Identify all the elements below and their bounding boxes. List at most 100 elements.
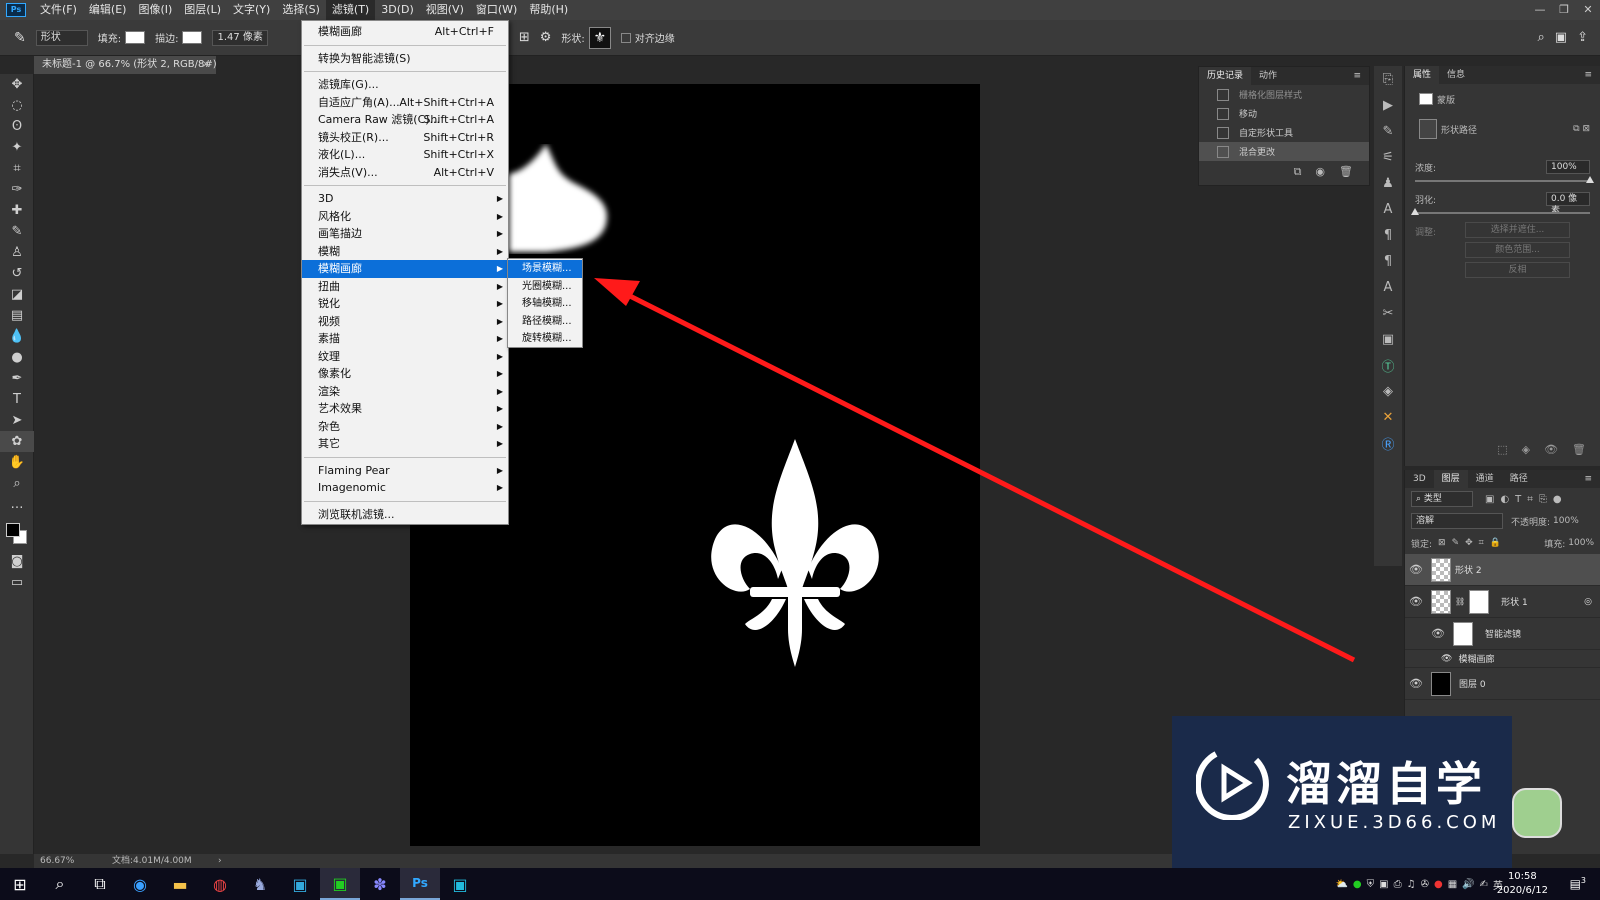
snapshot-icon[interactable]: ◉ (1315, 165, 1325, 179)
fill-field[interactable]: 100% (1568, 538, 1594, 548)
invert-button[interactable]: 反相 (1465, 262, 1570, 278)
new-document-from-state-icon[interactable]: ⧉ (1294, 165, 1302, 179)
paragraph-styles-icon[interactable]: ¶ (1374, 248, 1402, 274)
tray-icon[interactable]: ⛅ (1335, 879, 1347, 890)
wechat-icon[interactable]: ▣ (320, 868, 360, 900)
tab-channels[interactable]: 通道 (1468, 470, 1502, 488)
play-icon[interactable]: ▶ (1374, 92, 1402, 118)
tools-icon[interactable]: ✂ (1374, 300, 1402, 326)
tab-info[interactable]: 信息 (1439, 66, 1473, 84)
tab-layers[interactable]: 图层 (1433, 470, 1468, 488)
character-styles-icon[interactable]: A (1374, 274, 1402, 300)
app-u-icon[interactable]: ▣ (280, 868, 320, 900)
history-icon[interactable]: ⎘ (1374, 66, 1402, 92)
apply-mask-icon[interactable]: ◈ (1522, 443, 1530, 456)
layer-filter-select[interactable]: ⌕ 类型 (1411, 491, 1473, 507)
network-icon[interactable]: ▦ (1448, 879, 1457, 890)
tray-icon[interactable]: ✇ (1421, 879, 1429, 890)
history-row[interactable]: 移动 (1199, 104, 1369, 123)
filter-menu-item[interactable]: 浏览联机滤镜... (302, 506, 508, 524)
filter-menu-item[interactable]: Flaming Pear ▶ (302, 462, 508, 480)
tray-icon[interactable]: ● (1434, 879, 1443, 890)
history-row[interactable]: 栅格化图层样式 (1199, 85, 1369, 104)
smart-filter-mask-thumbnail[interactable] (1453, 621, 1473, 646)
layer-mask-thumbnail[interactable] (1469, 589, 1490, 614)
lock-icons[interactable]: ⊠✎✥⌗🔒 (1438, 538, 1507, 548)
plugin-icon[interactable]: ◈ (1374, 378, 1402, 404)
eye-icon[interactable]: 👁 (1544, 443, 1558, 456)
tab-properties[interactable]: 属性 (1405, 66, 1440, 84)
blur-submenu-item[interactable]: 旋转模糊... (508, 330, 582, 348)
trash-icon[interactable]: 🗑 (1339, 165, 1353, 179)
vector-mask-thumb[interactable] (1419, 119, 1437, 139)
filter-menu-item[interactable]: 转换为智能滤镜(S) (302, 50, 508, 68)
blur-submenu-item[interactable]: 移轴模糊... (508, 295, 582, 313)
history-row[interactable]: 混合更改 (1199, 142, 1369, 161)
filter-menu-item[interactable]: 滤镜库(G)... (302, 76, 508, 94)
filter-entry-row[interactable]: 👁 模糊画廊 (1405, 650, 1600, 668)
filter-menu-item[interactable]: 液化(L)... Shift+Ctrl+X (302, 146, 508, 164)
layer-name[interactable]: 形状 1 (1501, 595, 1528, 608)
search-icon[interactable]: ⌕ (40, 868, 80, 900)
tab-actions[interactable]: 动作 (1251, 67, 1285, 85)
tray-icon[interactable]: ▣ (1379, 879, 1388, 890)
status-chevron-icon[interactable]: › (218, 854, 222, 868)
tab-paths[interactable]: 路径 (1502, 470, 1536, 488)
volume-icon[interactable]: 🔊 (1462, 879, 1474, 890)
layer-filter-icons[interactable]: ▣◐T⌗⎘● (1485, 494, 1568, 505)
zoom-level[interactable]: 66.67% (40, 854, 74, 868)
tray-icon[interactable]: ● (1353, 879, 1362, 890)
plugin-tk-icon[interactable]: Ⓣ (1374, 352, 1402, 378)
smart-filters-row[interactable]: 👁 智能滤镜 (1405, 618, 1600, 650)
character-icon[interactable]: A (1374, 196, 1402, 222)
filter-menu-item[interactable]: 像素化 ▶ (302, 365, 508, 383)
file-explorer-icon[interactable]: ▬ (160, 868, 200, 900)
layer-name[interactable]: 形状 2 (1455, 563, 1482, 576)
tray-icon[interactable]: ⛨ (1367, 879, 1375, 890)
windows-start-icon[interactable]: ⊞ (0, 868, 40, 900)
visibility-eye-icon[interactable]: 👁 (1405, 563, 1427, 576)
layer-row[interactable]: 👁 ⛓ 形状 1 ◎ (1405, 586, 1600, 618)
feather-field[interactable]: 0.0 像素 (1546, 192, 1590, 216)
chrome-icon[interactable]: ◍ (200, 868, 240, 900)
layer-name[interactable]: 图层 0 (1459, 677, 1486, 690)
blur-submenu-item[interactable]: 路径模糊... (508, 313, 582, 331)
filter-menu-item[interactable]: 风格化 ▶ (302, 208, 508, 226)
libraries-icon[interactable]: ▣ (1374, 326, 1402, 352)
density-field[interactable]: 100% (1546, 160, 1590, 174)
load-selection-icon[interactable]: ⬚ (1497, 443, 1507, 456)
filter-menu-item[interactable]: 纹理 ▶ (302, 348, 508, 366)
filter-menu-item[interactable]: 自适应广角(A)... Alt+Shift+Ctrl+A (302, 94, 508, 112)
brush-settings-icon[interactable]: ✎ (1374, 118, 1402, 144)
clock[interactable]: 10:58 2020/6/12 (1497, 870, 1548, 898)
pen-icon[interactable]: ✍ (1480, 879, 1488, 890)
app-icon[interactable]: ♞ (240, 868, 280, 900)
adjustments-icon[interactable]: ⚟ (1374, 144, 1402, 170)
filter-menu-item[interactable]: 消失点(V)... Alt+Ctrl+V (302, 164, 508, 182)
visibility-eye-icon[interactable]: 👁 (1405, 677, 1427, 690)
blur-submenu-item[interactable]: 场景模糊... (508, 260, 582, 278)
opacity-field[interactable]: 100% (1553, 516, 1579, 526)
filter-menu-item[interactable]: 镜头校正(R)... Shift+Ctrl+R (302, 129, 508, 147)
app-blue-icon[interactable]: ▣ (440, 868, 480, 900)
color-range-button[interactable]: 颜色范围... (1465, 242, 1570, 258)
trash-icon[interactable]: 🗑 (1572, 443, 1586, 456)
panel-menu-icon[interactable]: ≡ (1576, 470, 1600, 488)
blend-mode-select[interactable]: 溶解 (1411, 513, 1503, 529)
notification-center-icon[interactable]: ▤3 (1570, 876, 1586, 891)
filter-menu-item[interactable]: 画笔描边 ▶ (302, 225, 508, 243)
select-and-mask-button[interactable]: 选择并遮住... (1465, 222, 1570, 238)
plugin-r-icon[interactable]: Ⓡ (1374, 430, 1402, 456)
density-slider-handle[interactable] (1586, 176, 1594, 183)
filter-menu-item[interactable]: Imagenomic ▶ (302, 479, 508, 497)
panel-menu-icon[interactable]: ≡ (1345, 67, 1369, 85)
filter-menu-item[interactable]: Camera Raw 滤镜(C)... Shift+Ctrl+A (302, 111, 508, 129)
layer-row[interactable]: 👁 形状 2 (1405, 554, 1600, 586)
tray-icon[interactable]: ⎙ (1394, 879, 1402, 890)
feather-slider[interactable] (1411, 208, 1590, 215)
tab-history[interactable]: 历史记录 (1199, 67, 1252, 85)
filter-menu-item[interactable]: 其它 ▶ (302, 435, 508, 453)
panel-menu-icon[interactable]: ≡ (1576, 66, 1600, 84)
browser-icon[interactable]: ◉ (120, 868, 160, 900)
history-row[interactable]: 自定形状工具 (1199, 123, 1369, 142)
